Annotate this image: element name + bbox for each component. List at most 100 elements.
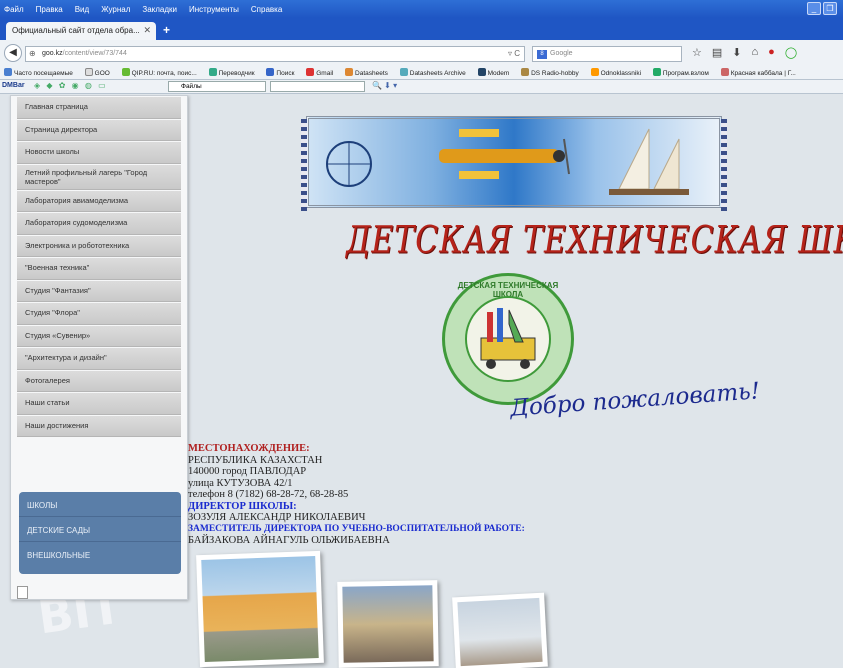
home-icon[interactable]: ⌂	[752, 46, 759, 59]
category-box: ШКОЛЫ ДЕТСКИЕ САДЫ ВНЕШКОЛЬНЫЕ	[19, 492, 181, 574]
sidebar-item-souvenir[interactable]: Студия «Сувенир»	[17, 325, 181, 347]
school-emblem: ДЕТСКАЯ ТЕХНИЧЕСКАЯ ШКОЛА	[442, 273, 574, 405]
new-tab-icon[interactable]: +	[163, 23, 170, 37]
category-kindergartens[interactable]: ДЕТСКИЕ САДЫ	[19, 517, 181, 542]
bookmark-item[interactable]: Modem	[477, 68, 515, 77]
close-icon[interactable]: ✕	[143, 25, 151, 36]
bookmark-item[interactable]: Gmail	[306, 68, 338, 77]
bookmark-item[interactable]: Поиск	[266, 68, 299, 77]
sidebar-item-articles[interactable]: Наши статьи	[17, 393, 181, 415]
school-info: МЕСТОНАХОЖДЕНИЕ: РЕСПУБЛИКА КАЗАХСТАН 14…	[188, 443, 525, 547]
director-name: ЗОЗУЛЯ АЛЕКСАНДР НИКОЛАЕВИЧ	[188, 512, 366, 523]
url-domain: goo.kz	[42, 50, 63, 57]
menu-view[interactable]: Вид	[75, 5, 89, 14]
menu-help[interactable]: Справка	[251, 5, 282, 14]
sidebar-item-fantasy[interactable]: Студия "Фантазия"	[17, 280, 181, 302]
url-path: /content/view/73/744	[62, 50, 127, 57]
menu-history[interactable]: Журнал	[101, 5, 130, 14]
photo-building[interactable]	[196, 550, 324, 668]
download-icon[interactable]: ⬇	[732, 46, 741, 59]
page-title: ДЕТСКАЯ ТЕХНИЧЕСКАЯ ШКОЛА	[346, 218, 843, 263]
photo-building-image	[201, 556, 319, 662]
navigation-toolbar: ◀ ⊕ goo.kz/content/view/73/744 ▿ C 8 Goog…	[0, 40, 843, 80]
country: РЕСПУБЛИКА КАЗАХСТАН	[188, 454, 323, 466]
sidebar-item-gallery[interactable]: Фотогалерея	[17, 370, 181, 392]
bookmark-item[interactable]: Odnoklassniki	[590, 68, 646, 77]
tab-bar: Официальный сайт отдела обра... ✕ +	[0, 18, 843, 40]
bookmark-item[interactable]: QIP.RU: почта, поис...	[121, 68, 202, 77]
google-icon: 8	[537, 50, 547, 59]
menu-file[interactable]: Файл	[4, 5, 24, 14]
bookmark-item[interactable]: Datasheets Archive	[399, 68, 471, 77]
airplane-icon	[439, 129, 570, 179]
sidebar-item-electronics[interactable]: Электроника и робототехника	[17, 235, 181, 257]
star-icon[interactable]: ☆	[692, 46, 702, 59]
sidebar-item-news[interactable]: Новости школы	[17, 142, 181, 164]
menu-bookmarks[interactable]: Закладки	[142, 5, 177, 14]
menu-tools[interactable]: Инструменты	[189, 5, 239, 14]
back-button[interactable]: ◀	[4, 44, 22, 62]
emblem-inner	[465, 296, 551, 382]
deputy-label: ЗАМЕСТИТЕЛЬ ДИРЕКТОРА ПО УЧЕБНО-ВОСПИТАТ…	[188, 523, 525, 534]
tab-active[interactable]: Официальный сайт отдела обра... ✕	[6, 22, 156, 40]
header-banner	[301, 116, 727, 211]
address-bar[interactable]: ⊕ goo.kz/content/view/73/744 ▿ C	[25, 46, 525, 62]
bookmark-item[interactable]: GOO	[84, 68, 115, 77]
sidebar: Главная страница Страница директора Ново…	[10, 95, 188, 600]
category-schools[interactable]: ШКОЛЫ	[19, 492, 181, 517]
page-content: BIT Главная страница Страница директора …	[0, 95, 843, 668]
banner-fringe-left	[301, 119, 307, 211]
tools-icon	[480, 308, 536, 369]
photo-workshop-image	[342, 585, 434, 663]
sidebar-item-shipmodel[interactable]: Лаборатория судомоделизма	[17, 213, 181, 235]
bookmark-item[interactable]: Красная каббала | Г...	[720, 68, 801, 77]
search-input[interactable]: 8 Google	[532, 46, 682, 62]
toolbar-icons[interactable]: ◈ ◆ ✿ ◉ ◍ ▭	[34, 81, 108, 90]
sidebar-item-director[interactable]: Страница директора	[17, 119, 181, 141]
location-label: МЕСТОНАХОЖДЕНИЕ:	[188, 443, 310, 454]
nav-icons: ☆ ▤ ⬇ ⌂ ● ◯	[692, 46, 797, 59]
library-icon[interactable]: ▤	[712, 46, 722, 59]
toolbar-tool-icons[interactable]: 🔍 ⬇ ▾	[372, 81, 397, 90]
search-placeholder: Google	[550, 50, 573, 57]
addon-icon[interactable]: ●	[768, 46, 775, 59]
reload-icon[interactable]: ▿ C	[508, 49, 520, 58]
sidebar-item-military[interactable]: "Военная техника"	[17, 258, 181, 280]
director-label: ДИРЕКТОР ШКОЛЫ:	[188, 500, 297, 512]
page-icon[interactable]	[17, 586, 28, 599]
compass-icon	[326, 141, 372, 187]
photo-models[interactable]	[452, 592, 548, 668]
toolbar-input[interactable]	[270, 81, 365, 92]
sidebar-item-architecture[interactable]: "Архитектура и дизайн"	[17, 348, 181, 370]
globe-icon: ⊕	[29, 49, 36, 58]
photo-models-image	[457, 597, 543, 667]
bookmark-item[interactable]: Datasheets	[345, 68, 393, 77]
sidebar-item-flora[interactable]: Студия "Флора"	[17, 303, 181, 325]
bookmarks-bar: Часто посещаемые GOO QIP.RU: почта, поис…	[0, 64, 843, 80]
dmbar-toolbar: DMBar ◈ ◆ ✿ ◉ ◍ ▭ Файлы 🔍 ⬇ ▾	[0, 80, 843, 94]
phone: телефон 8 (7182) 68-28-72, 68-28-85	[188, 489, 349, 500]
sidebar-item-achievements[interactable]: Наши достижения	[17, 415, 181, 437]
city: 140000 город ПАВЛОДАР	[188, 466, 307, 477]
banner-fringe-right	[721, 119, 727, 211]
sidebar-item-summer-camp[interactable]: Летний профильный лагерь "Город мастеров…	[17, 164, 181, 190]
bookmark-item[interactable]: Часто посещаемые	[4, 68, 78, 77]
sailboat-icon	[609, 128, 689, 195]
bookmark-item[interactable]: Переводчик	[208, 68, 260, 77]
bookmark-item[interactable]: Програм.взлом	[652, 68, 714, 77]
banner-image	[326, 128, 689, 195]
sidebar-item-aviamodel[interactable]: Лаборатория авиамоделизма	[17, 190, 181, 212]
bookmark-item[interactable]: DS Radio-hobby	[521, 68, 584, 77]
deputy-name: БАЙЗАКОВА АЙНАГУЛЬ ОЛЬЖИБАЕВНА	[188, 535, 390, 546]
menu-edit[interactable]: Правка	[36, 5, 63, 14]
sync-icon[interactable]: ◯	[785, 46, 797, 59]
sidebar-item-home[interactable]: Главная страница	[17, 97, 181, 119]
dmbar-logo[interactable]: DMBar	[2, 82, 25, 89]
photo-workshop[interactable]	[337, 580, 439, 668]
category-extracurricular[interactable]: ВНЕШКОЛЬНЫЕ	[19, 542, 181, 567]
minimize-button[interactable]: _	[807, 2, 821, 15]
street: улица КУТУЗОВА 42/1	[188, 477, 293, 489]
browser-menubar: Файл Правка Вид Журнал Закладки Инструме…	[0, 0, 843, 18]
restore-button[interactable]: ❐	[823, 2, 837, 15]
files-select[interactable]: Файлы	[168, 81, 266, 92]
